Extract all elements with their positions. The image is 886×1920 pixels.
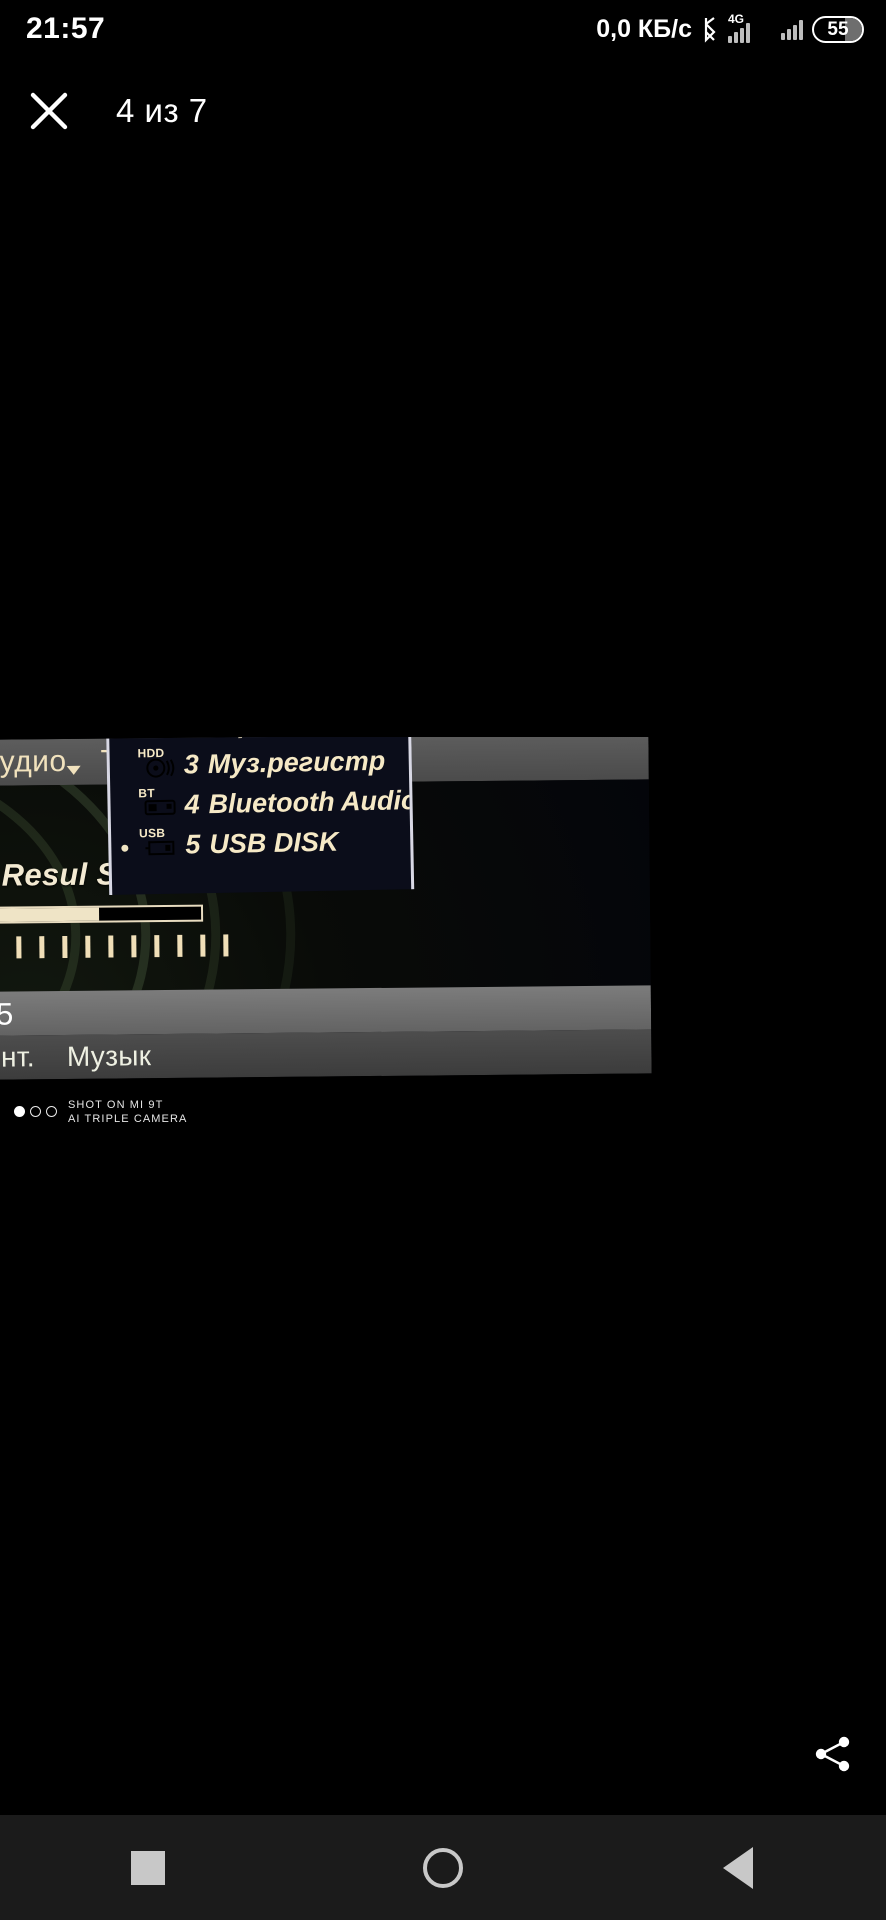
headunit-source-bar: USB 5: [0, 985, 652, 1037]
headunit-tab-mediaint[interactable]: Медиаинт.: [0, 1041, 35, 1074]
camera-watermark: SHOT ON MI 9T AI TRIPLE CAMERA: [14, 1098, 187, 1126]
photo-content[interactable]: ави Аудио Тел 19 Resul Se: [0, 737, 886, 1137]
usb-source-number: 5: [0, 995, 14, 1032]
source-list-item-hdd[interactable]: HDD 3 Муз.регистр: [109, 740, 409, 786]
usb-source-indicator: USB 5: [0, 995, 14, 1032]
battery-percent-label: 55: [827, 18, 849, 40]
source-list-item-bluetooth-audio[interactable]: BT 4 Bluetooth Audio: [110, 780, 414, 826]
hdd-disc-icon: HDD: [136, 746, 185, 780]
source-item-number: 4: [184, 788, 200, 820]
android-status-bar: 21:57 0,0 КБ/с 4G 55: [0, 0, 886, 58]
source-selection-popup: CD 1 Без названия: [103, 737, 415, 895]
car-headunit-screen: ави Аудио Тел 19 Resul Se: [0, 737, 652, 1081]
source-item-number: 5: [185, 828, 201, 860]
status-icons-group: 0,0 КБ/с 4G 55: [596, 13, 864, 44]
signal-bars-icon: [781, 18, 803, 40]
watermark-line-1: SHOT ON MI 9T: [68, 1098, 164, 1111]
bluetooth-device-icon: BT: [136, 786, 185, 820]
triangle-back-icon[interactable]: [591, 1815, 886, 1920]
photo-viewer-header: 4 из 7: [0, 72, 886, 150]
active-source-dot: [121, 844, 129, 852]
source-list-item-usb-disk[interactable]: USB 5 USB DISK: [111, 820, 411, 866]
source-item-number: 3: [183, 748, 200, 780]
share-icon[interactable]: [804, 1725, 862, 1783]
playback-progress-fill: [0, 907, 100, 922]
headunit-bottom-tab-strip: Медиаинт. Музык: [0, 1029, 652, 1081]
source-list: CD 1 Без названия: [108, 737, 414, 866]
source-item-number: 2: [183, 737, 199, 739]
screen-root: 21:57 0,0 КБ/с 4G 55 4 из 7 Аудио Resul …: [0, 0, 886, 1920]
network-speed-label: 0,0 КБ/с: [596, 14, 692, 43]
status-clock: 21:57: [26, 12, 106, 45]
source-item-label: Bluetooth Audio: [208, 784, 415, 819]
playback-progress-bar[interactable]: [0, 904, 204, 924]
usb-stick-icon: USB: [137, 826, 186, 860]
square-recents-icon[interactable]: [0, 1815, 295, 1920]
camera-lenses-icon: [14, 1106, 57, 1118]
camera-watermark-text: SHOT ON MI 9T AI TRIPLE CAMERA: [68, 1098, 187, 1126]
image-counter: 4 из 7: [116, 92, 208, 129]
sd-card-icon: [135, 737, 184, 739]
source-item-label: USB DISK: [209, 826, 339, 859]
battery-indicator: 55: [812, 15, 864, 43]
headunit-tab-music[interactable]: Музык: [67, 1040, 152, 1073]
close-icon[interactable]: [12, 74, 86, 148]
headunit-tab-audio[interactable]: Аудио: [0, 745, 67, 780]
mobile-data-4g-icon: 4G: [728, 13, 760, 43]
source-item-label: Муз.регистр: [207, 745, 386, 779]
track-marker-ticks: [0, 934, 270, 959]
source-item-label: Карта памяти: [207, 737, 410, 739]
watermark-line-2: AI TRIPLE CAMERA: [68, 1112, 188, 1125]
circle-home-icon[interactable]: [295, 1815, 590, 1920]
bluetooth-icon: [701, 15, 719, 43]
android-navigation-bar: [0, 1815, 886, 1920]
